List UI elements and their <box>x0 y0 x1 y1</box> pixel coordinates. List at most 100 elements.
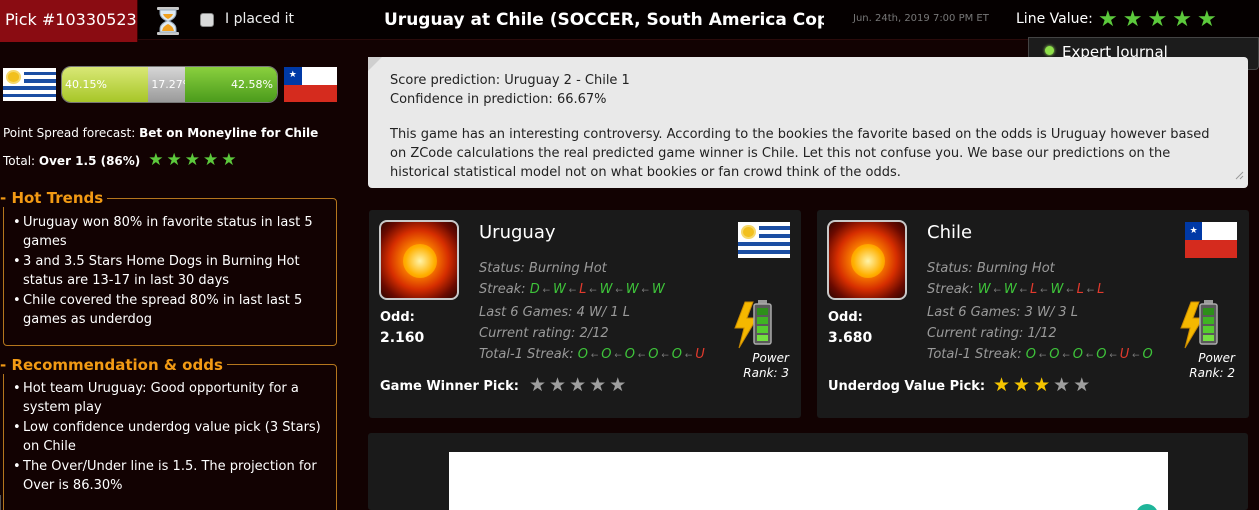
pick-stars: ★ ★ ★ ★ ★ <box>529 376 626 395</box>
recommendation-item: Hot team Uruguay: Good opportunity for a… <box>10 379 330 417</box>
streak-label: Streak: <box>927 282 974 297</box>
recommendation-box: Hot team Uruguay: Good opportunity for a… <box>3 364 337 510</box>
power-battery-icon <box>1180 300 1218 349</box>
team-name[interactable]: Chile <box>927 222 972 243</box>
streak-result: W <box>1003 282 1017 297</box>
odd-value: 3.680 <box>828 330 873 346</box>
streak-separator-icon: ← <box>612 286 626 296</box>
star-icon: ★ <box>1033 374 1051 396</box>
embedded-content-frame <box>449 452 1168 510</box>
star-icon: ★ <box>166 150 182 170</box>
chile-flag-icon: ★ <box>1185 222 1237 258</box>
team-stats: Status: Burning Hot Streak: D ← W ← L ← W… <box>479 258 705 367</box>
streak-separator-icon: ← <box>1106 351 1120 361</box>
pick-label: Underdog Value Pick: <box>828 379 986 394</box>
recommendation-item: The Over/Under line is 1.5. The projecti… <box>10 457 330 495</box>
streak-separator-icon: ← <box>1016 286 1030 296</box>
status-text: Status: Burning Hot <box>927 261 1055 276</box>
streak-separator-icon: ← <box>1063 286 1077 296</box>
chile-flag-icon: ★ <box>284 67 337 102</box>
power-rank: Power Rank: 3 <box>735 351 789 381</box>
streak-separator-icon: ← <box>1083 351 1097 361</box>
hot-trend-item: Uruguay won 80% in favorite status in la… <box>10 213 330 251</box>
rank-label: Rank: 3 <box>743 366 789 380</box>
hot-trends-list: Uruguay won 80% in favorite status in la… <box>4 199 336 336</box>
total-streak-label: Total-1 Streak: <box>479 347 574 362</box>
star-icon: ★ <box>221 150 237 170</box>
streak-separator-icon: ← <box>1036 351 1050 361</box>
confidence-prediction: Confidence in prediction: 66.67% <box>390 92 607 107</box>
streak-separator-icon: ← <box>1059 351 1073 361</box>
uruguay-flag-icon <box>3 68 56 101</box>
corner-fold-icon <box>368 57 382 71</box>
team-stats: Status: Burning Hot Streak: W ← W ← L ← W… <box>927 258 1153 367</box>
star-icon: ★ <box>1053 374 1071 396</box>
recommendation-title: - Recommendation & odds <box>0 356 227 374</box>
star-icon: ★ <box>549 374 567 396</box>
burning-hot-icon <box>827 220 907 300</box>
streak-result: W <box>651 282 665 297</box>
streak-separator-icon: ← <box>1037 286 1051 296</box>
hot-trend-item: 3 and 3.5 Stars Home Dogs in Burning Hot… <box>10 252 330 290</box>
total-streak-line: Total-1 Streak: O ← O ← O ← O ← O ← U <box>479 344 705 367</box>
burning-hot-icon <box>379 220 459 300</box>
pick-stars: ★ ★ ★ ★ ★ <box>993 376 1090 395</box>
point-spread-label: Point Spread forecast: <box>3 126 136 140</box>
streak-result: W <box>1050 282 1064 297</box>
star-icon: ★ <box>1122 7 1143 32</box>
current-rating: Current rating: 2/12 <box>479 326 609 341</box>
streak-separator-icon: ← <box>588 351 602 361</box>
streak-separator-icon: ← <box>611 351 625 361</box>
team-name[interactable]: Uruguay <box>479 222 556 243</box>
streak-separator-icon: ← <box>682 351 696 361</box>
star-icon: ★ <box>529 374 547 396</box>
power-label: Power <box>1198 351 1235 365</box>
streak-result: W <box>553 282 566 297</box>
star-icon: ★ <box>1013 374 1031 396</box>
total-streak-result: O <box>648 347 659 362</box>
total-label: Total: <box>3 153 36 168</box>
recommendation-item: Low confidence underdog value pick (3 St… <box>10 418 330 456</box>
draw-probability: 17.27% <box>148 67 193 102</box>
star-icon: ★ <box>569 374 587 396</box>
streak-result: W <box>977 282 991 297</box>
star-icon: ★ <box>993 374 1011 396</box>
pick-label: Game Winner Pick: <box>380 379 519 394</box>
home-probability: 40.15% <box>62 67 149 102</box>
total-streak-result: O <box>624 347 635 362</box>
streak-separator-icon: ← <box>990 286 1004 296</box>
total-streak-result: U <box>695 347 705 362</box>
win-probability-bar: 40.15% 17.27% 42.58% <box>61 66 278 103</box>
prediction-body: This game has an interesting controversy… <box>390 127 1210 180</box>
star-icon: ★ <box>1098 7 1118 32</box>
resize-grip-icon[interactable] <box>1234 170 1244 180</box>
total-streak-result: O <box>1049 347 1060 362</box>
streak-result: W <box>599 282 613 297</box>
placed-checkbox[interactable] <box>200 13 214 27</box>
streak-separator-icon: ← <box>565 286 580 296</box>
hot-trend-item: Chile covered the spread 80% in last las… <box>10 291 330 329</box>
total-streak-result: O <box>601 347 612 362</box>
current-rating: Current rating: 1/12 <box>927 326 1057 341</box>
game-datetime: Jun. 24th, 2019 7:00 PM ET <box>853 13 989 24</box>
streak-result: D <box>529 282 540 297</box>
odd-label: Odd: <box>828 310 863 325</box>
score-prediction: Score prediction: Uruguay 2 - Chile 1 <box>390 73 630 88</box>
total-streak-result: O <box>1072 347 1083 362</box>
streak-separator-icon: ← <box>638 286 652 296</box>
streak-result: L <box>1097 282 1105 297</box>
line-value-label: Line Value: <box>1016 11 1093 27</box>
streak-line: Streak: D ← W ← L ← W ← W ← W <box>479 279 705 302</box>
streak-line: Streak: W ← W ← L ← W ← L ← L <box>927 279 1153 302</box>
odd-label: Odd: <box>380 310 415 325</box>
hot-trends-title: - Hot Trends <box>0 189 108 207</box>
prediction-textarea[interactable]: Score prediction: Uruguay 2 - Chile 1 Co… <box>368 57 1248 188</box>
total-streak-line: Total-1 Streak: O ← O ← O ← O ← U ← O <box>927 344 1153 367</box>
total-stars: ★ ★ ★ ★ ★ <box>148 152 236 169</box>
total-streak-result: O <box>1096 347 1107 362</box>
home-team-card: Uruguay Status: Burning Hot Streak: D ← W … <box>369 210 801 418</box>
last-six-games: Last 6 Games: 3 W/ 3 L <box>927 305 1079 320</box>
total-value: Over 1.5 (86%) <box>38 153 141 168</box>
streak-separator-icon: ← <box>586 286 600 296</box>
recommendation-title-text: Recommendation & odds <box>11 356 223 374</box>
